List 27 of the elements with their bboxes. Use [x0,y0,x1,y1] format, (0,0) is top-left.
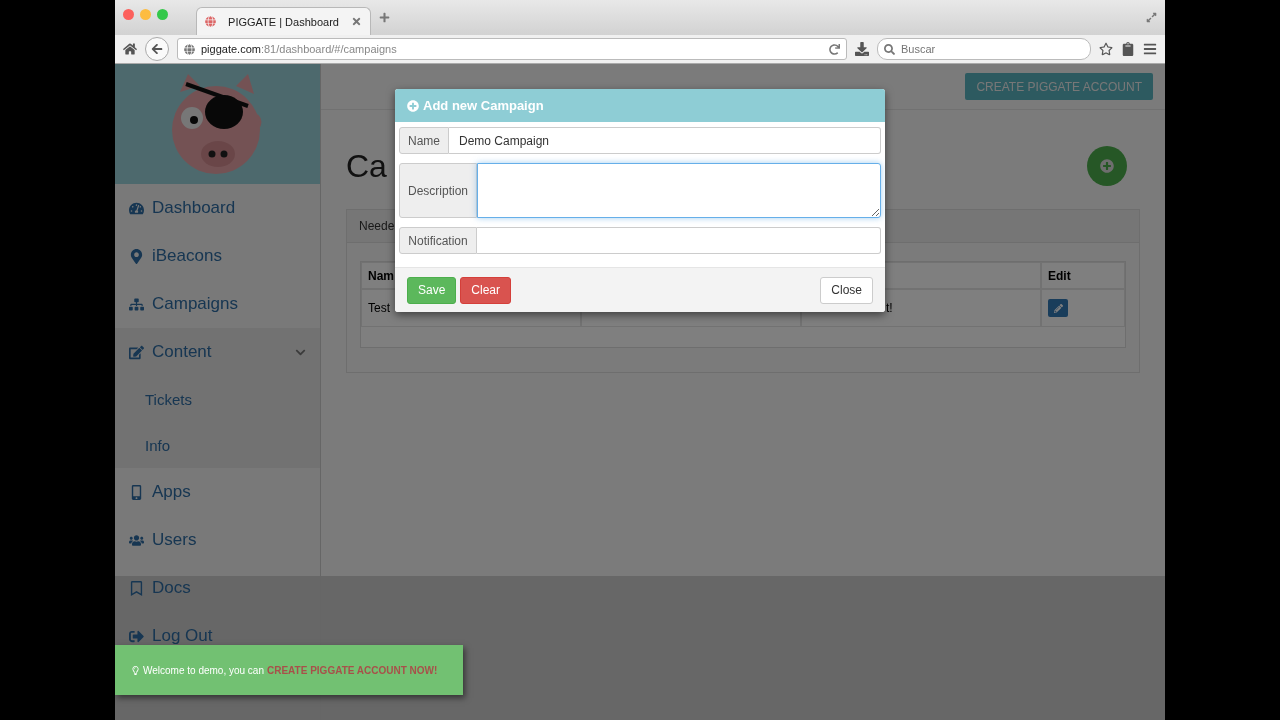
sidebar-item[interactable]: Users [115,516,320,564]
search-field[interactable]: Buscar [901,43,1084,55]
sidebar-subitem[interactable]: Tickets [115,376,320,422]
modal-button[interactable]: Save [407,276,457,304]
sidebar-item[interactable]: iBeacons [115,232,320,280]
toast-text: Welcome to demo, you can [143,664,264,676]
browser-tab[interactable]: PIGGATE | Dashboard [196,7,371,35]
page-heading: Ca [346,147,387,185]
sidebar-subitem[interactable]: Info [115,422,320,468]
sidebar-item[interactable]: Dashboard [115,184,320,232]
sidebar-item[interactable]: Apps [115,468,320,516]
sidebar-item[interactable]: Log Out [115,612,320,660]
sidebar-item[interactable]: Docs [115,564,320,612]
field-label: Description [399,163,477,218]
modal-title: Add new Campaign [423,98,544,113]
create-account-link[interactable]: CREATE PIGGATE ACCOUNT NOW! [267,664,438,676]
column-header: Edit [1041,262,1125,289]
address-bar[interactable]: piggate.com:81/dashboard/#/campaigns [177,38,847,60]
field-label: Name [399,127,449,154]
create-account-button[interactable]: CREATE PIGGATE ACCOUNT [965,73,1153,100]
input-field[interactable]: Demo Campaign [449,127,881,154]
sidebar-item[interactable]: Campaigns [115,280,320,328]
sidebar-item[interactable]: Content [115,328,320,376]
search-field[interactable]: Buscar [877,38,1091,60]
modal-button[interactable]: Clear [460,276,512,304]
field-label: Notification [399,227,477,254]
modal-button[interactable]: Close [820,276,873,304]
